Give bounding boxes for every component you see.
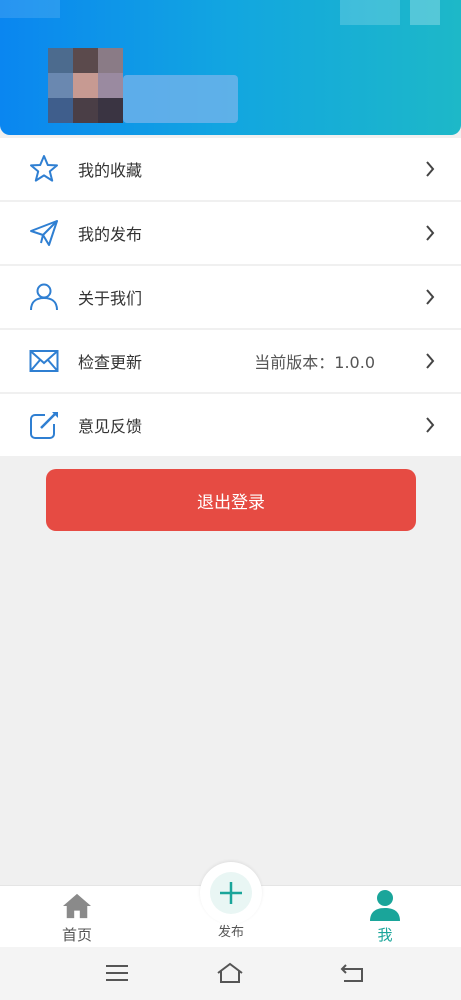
chevron-right-icon (426, 225, 435, 241)
publish-label: 发布 (217, 925, 244, 940)
home-nav-icon[interactable] (215, 961, 245, 985)
chevron-right-icon (426, 417, 435, 433)
menu-item-about-us[interactable]: 关于我们 (0, 266, 461, 328)
menu-item-label: 我的发布 (78, 225, 143, 244)
tab-home[interactable]: 首页 (27, 886, 127, 948)
tab-me[interactable]: 我 (335, 886, 435, 948)
home-icon (63, 893, 91, 919)
chevron-right-icon (426, 161, 435, 177)
menu-item-label: 关于我们 (78, 289, 143, 308)
menu-item-favorites[interactable]: 我的收藏 (0, 138, 461, 200)
chevron-right-icon (426, 289, 435, 305)
paper-plane-icon (30, 220, 58, 246)
edit-icon (30, 412, 58, 439)
menu-item-label: 意见反馈 (78, 417, 143, 436)
current-version-text: 当前版本：1.0.0 (254, 353, 375, 372)
system-nav-bar (0, 947, 461, 1000)
tab-home-label: 首页 (61, 926, 92, 944)
back-icon[interactable] (338, 961, 368, 985)
tab-me-label: 我 (377, 926, 393, 944)
profile-header (0, 0, 461, 135)
username-redacted (123, 75, 238, 123)
star-icon (30, 155, 58, 182)
chevron-right-icon (426, 353, 435, 369)
person-icon (370, 890, 400, 921)
user-icon (30, 283, 58, 311)
plus-icon (220, 882, 242, 904)
avatar[interactable] (48, 48, 123, 123)
envelope-icon (29, 350, 59, 372)
publish-button[interactable] (200, 862, 262, 924)
menu-item-label: 我的收藏 (78, 161, 143, 180)
menu-item-check-update[interactable]: 检查更新 当前版本：1.0.0 (0, 330, 461, 392)
menu-item-label: 检查更新 (78, 353, 143, 372)
settings-menu: 我的收藏 我的发布 关于我们 检查更新 当前版本：1.0.0 意见反馈 (0, 138, 461, 458)
logout-button[interactable]: 退出登录 (46, 469, 416, 531)
menu-item-my-posts[interactable]: 我的发布 (0, 202, 461, 264)
menu-icon[interactable] (102, 961, 132, 985)
menu-item-feedback[interactable]: 意见反馈 (0, 394, 461, 456)
